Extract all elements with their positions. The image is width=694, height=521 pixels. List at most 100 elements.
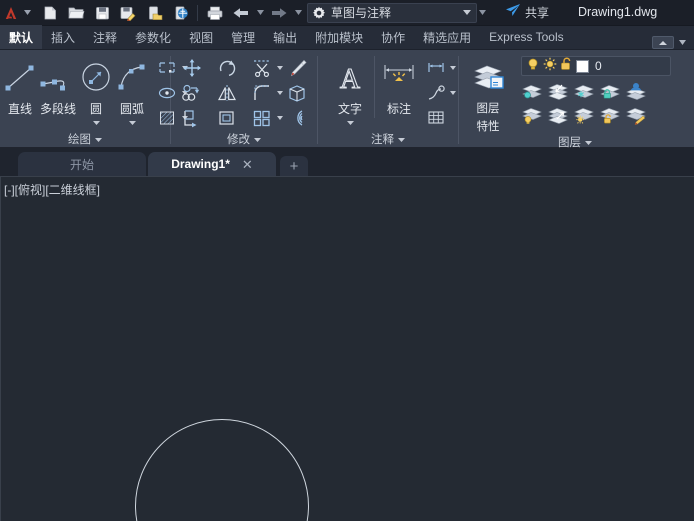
share-button[interactable]: 共享 <box>499 1 555 24</box>
panel-layers-title-caret-icon[interactable] <box>585 136 592 148</box>
arc-button[interactable]: 圆弧 <box>114 54 150 127</box>
stretch-button[interactable] <box>284 81 310 105</box>
panel-modify-title-caret-icon[interactable] <box>254 133 261 145</box>
app-menu-caret-icon[interactable] <box>22 0 32 26</box>
offset-button[interactable] <box>214 106 240 130</box>
layer-name-label: 0 <box>595 59 602 73</box>
workspace-outer-caret-icon[interactable] <box>477 0 487 26</box>
layer-color-swatch[interactable] <box>576 59 589 73</box>
open-from-web-button[interactable] <box>168 2 192 24</box>
arc-array-button[interactable] <box>284 106 310 130</box>
new-tab-button[interactable]: + <box>280 156 308 176</box>
leader-button[interactable] <box>423 81 449 105</box>
ribbon-tab-label: 注释 <box>93 30 118 45</box>
layer-properties-icon <box>470 58 506 98</box>
dimension-style-row <box>423 56 458 80</box>
save-to-web-button[interactable] <box>142 2 166 24</box>
fillet-dropdown-caret-icon[interactable] <box>275 81 284 105</box>
redo-dropdown-caret-icon[interactable] <box>293 0 303 26</box>
ribbon-minimize-icon[interactable] <box>652 36 674 49</box>
panel-draw-title[interactable]: 绘图 <box>0 130 170 148</box>
ribbon-minimize-caret-icon[interactable] <box>676 40 688 45</box>
layer-properties-button[interactable]: 图层 特性 <box>463 54 513 134</box>
layer-thaw-button[interactable] <box>571 103 597 127</box>
layer-turn-on-button[interactable] <box>545 103 571 127</box>
dimension-style-dropdown-caret-icon[interactable] <box>449 56 458 80</box>
layer-off-button[interactable] <box>519 103 545 127</box>
layer-match-button[interactable] <box>623 103 649 127</box>
ribbon-tab-annotate[interactable]: 注释 <box>84 25 126 49</box>
ribbon-tab-output[interactable]: 输出 <box>264 25 306 49</box>
array-button[interactable] <box>249 106 275 130</box>
ribbon-tab-view[interactable]: 视图 <box>180 25 222 49</box>
open-file-button[interactable] <box>64 2 88 24</box>
quick-access-toolbar <box>38 0 303 26</box>
dimension-style-button[interactable] <box>423 56 449 80</box>
dimension-icon <box>379 58 419 98</box>
line-button[interactable]: 直线 <box>2 54 38 117</box>
circle-button[interactable]: 圆 <box>78 54 114 127</box>
ribbon-tab-featured-apps[interactable]: 精选应用 <box>414 25 480 49</box>
scale-button[interactable] <box>179 106 205 130</box>
text-dropdown-caret-icon[interactable] <box>346 119 354 127</box>
mirror-button[interactable] <box>214 81 240 105</box>
ribbon-tab-manage[interactable]: 管理 <box>222 25 264 49</box>
new-file-button[interactable] <box>38 2 62 24</box>
leader-dropdown-caret-icon[interactable] <box>449 81 458 105</box>
ribbon-tab-collaborate[interactable]: 协作 <box>372 25 414 49</box>
text-button[interactable]: A 文字 <box>328 54 372 127</box>
layer-unlock-button[interactable] <box>597 103 623 127</box>
ribbon-tab-label: 协作 <box>381 30 406 45</box>
unlock-icon[interactable] <box>560 57 573 76</box>
panel-draw-title-caret-icon[interactable] <box>95 133 102 145</box>
layer-lock-button[interactable] <box>597 79 623 103</box>
panel-annotation-title-caret-icon[interactable] <box>398 133 405 145</box>
ribbon-tab-default[interactable]: 默认 <box>0 25 43 49</box>
trim-button[interactable] <box>249 56 275 80</box>
drawing-canvas[interactable]: [-][俯视][二维线框] 软件自学网 WWW.RJZXW.COM <box>0 176 694 521</box>
layer-unisolate-button[interactable] <box>545 79 571 103</box>
array-dropdown-caret-icon[interactable] <box>275 106 284 130</box>
undo-button[interactable] <box>229 2 253 24</box>
plot-button[interactable] <box>203 2 227 24</box>
share-paper-plane-icon <box>505 3 521 22</box>
layer-make-current-button[interactable] <box>623 79 649 103</box>
layer-freeze-button[interactable] <box>571 79 597 103</box>
ribbon-tab-parametric[interactable]: 参数化 <box>126 25 180 49</box>
redo-button[interactable] <box>267 2 291 24</box>
mirror-spacer <box>240 81 249 105</box>
circle-dropdown-caret-icon[interactable] <box>92 119 100 127</box>
ribbon-tab-express-tools[interactable]: Express Tools <box>480 25 572 49</box>
layer-control[interactable]: 0 <box>521 56 671 76</box>
arc-dropdown-caret-icon[interactable] <box>128 119 136 127</box>
table-button[interactable] <box>423 106 449 130</box>
drawn-circle[interactable] <box>135 419 309 521</box>
move-spacer <box>205 56 214 80</box>
panel-modify-title[interactable]: 修改 <box>171 130 317 148</box>
erase-button[interactable] <box>284 56 310 80</box>
lightbulb-on-icon[interactable] <box>526 57 540 76</box>
autocad-a-logo-icon[interactable] <box>0 0 22 26</box>
sun-freeze-icon[interactable] <box>543 57 557 76</box>
panel-annotation-title[interactable]: 注释 <box>318 130 458 148</box>
viewport-controls-label[interactable]: [-][俯视][二维线框] <box>4 181 100 198</box>
workspace-selector[interactable]: 草图与注释 <box>307 2 477 23</box>
trim-dropdown-caret-icon[interactable] <box>275 56 284 80</box>
move-button[interactable] <box>179 56 205 80</box>
save-button[interactable] <box>90 2 114 24</box>
ribbon-tab-addins[interactable]: 附加模块 <box>306 25 372 49</box>
ribbon-tab-insert[interactable]: 插入 <box>42 25 84 49</box>
dimension-button[interactable]: 标注 <box>377 54 421 117</box>
save-as-button[interactable] <box>116 2 140 24</box>
ribbon-minimize-control[interactable] <box>652 36 688 49</box>
layer-isolate-button[interactable] <box>519 79 545 103</box>
workspace-caret-icon[interactable] <box>460 10 474 15</box>
fillet-button[interactable] <box>249 81 275 105</box>
rotate-button[interactable] <box>214 56 240 80</box>
polyline-button[interactable]: 多段线 <box>38 54 78 117</box>
file-tab-drawing1[interactable]: Drawing1* ✕ <box>148 152 276 176</box>
file-tab-start[interactable]: 开始 <box>18 152 146 176</box>
close-x-icon[interactable]: ✕ <box>242 158 253 171</box>
undo-dropdown-caret-icon[interactable] <box>255 0 265 26</box>
copy-button[interactable] <box>179 81 205 105</box>
